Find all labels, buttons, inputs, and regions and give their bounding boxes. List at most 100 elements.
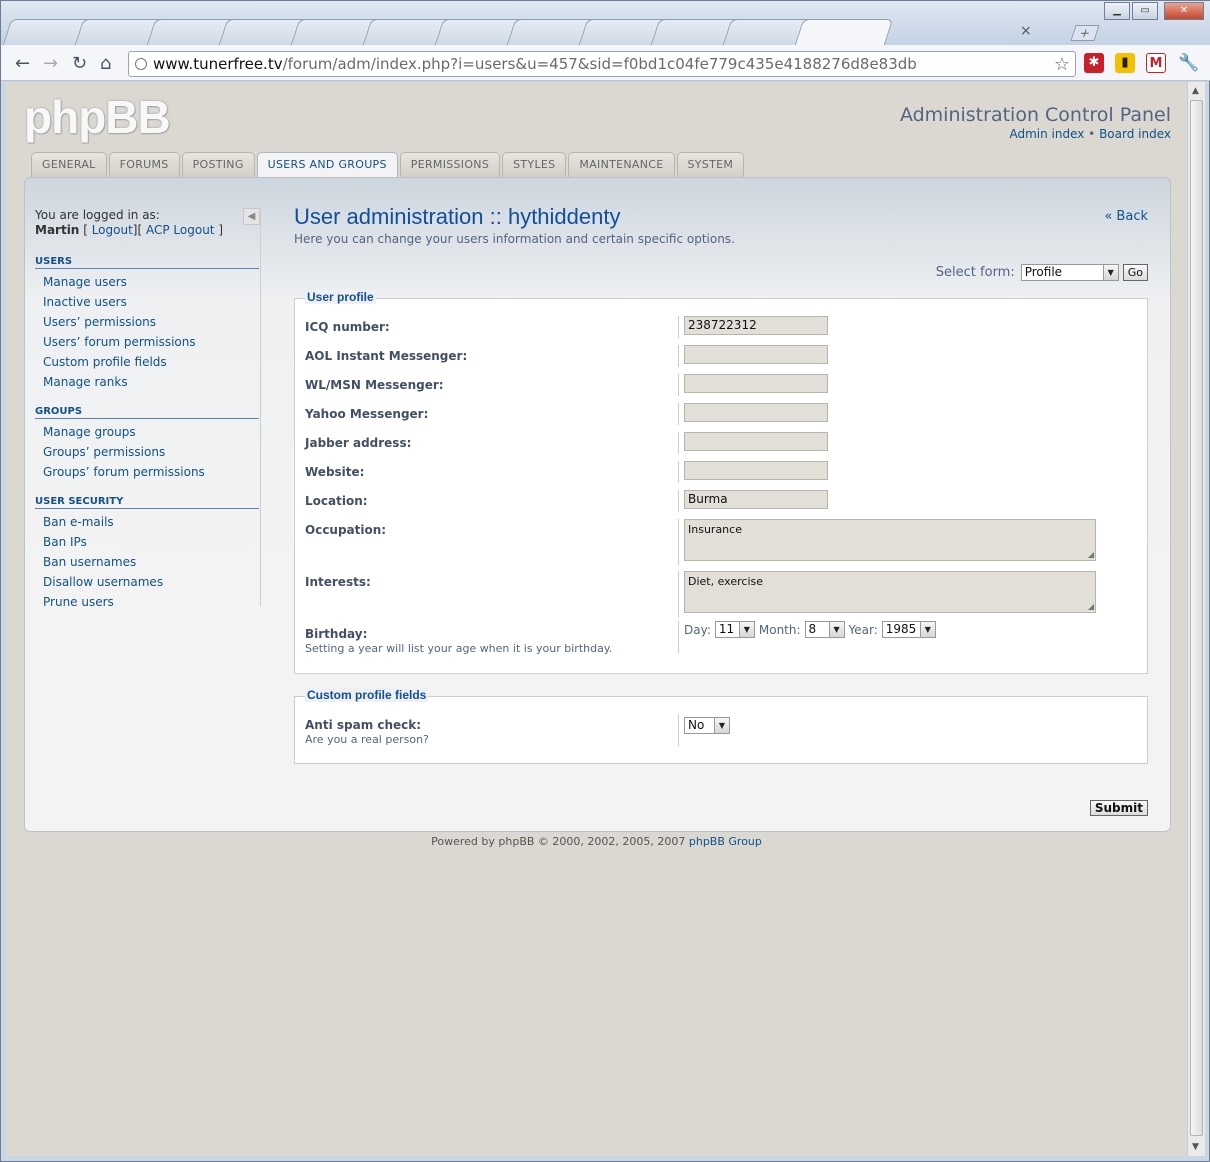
login-status: You are logged in as: Martin [ Logout][ …	[35, 208, 261, 238]
bookmark-star-icon[interactable]: ☆	[1054, 53, 1070, 77]
sidebar-item-groups-permissions[interactable]: Groups’ permissions	[35, 442, 261, 462]
sidebar-item-groups-forum-permissions[interactable]: Groups’ forum permissions	[35, 462, 261, 482]
collapse-menu-icon[interactable]: ◀	[243, 208, 260, 225]
antispam-select[interactable]: No ▼	[684, 717, 730, 734]
extension-phone-icon[interactable]: ▮	[1115, 53, 1135, 73]
location-input[interactable]: Burma	[684, 490, 828, 509]
sidebar-item-prune-users[interactable]: Prune users	[35, 592, 261, 612]
logout-link[interactable]: Logout	[92, 223, 133, 237]
scroll-down-icon[interactable]: ▼	[1192, 1142, 1199, 1152]
tab-posting[interactable]: POSTING	[181, 152, 255, 177]
website-input[interactable]	[684, 461, 828, 480]
tab-permissions[interactable]: PERMISSIONS	[399, 152, 501, 177]
tab-users-and-groups[interactable]: USERS AND GROUPS	[256, 152, 398, 178]
resize-grip-icon[interactable]: ◢	[1088, 602, 1094, 611]
minimize-button[interactable]: ▁	[1104, 2, 1130, 20]
website-row: Website:	[305, 461, 1135, 487]
maximize-button[interactable]: ▭	[1132, 2, 1158, 20]
user-profile-fieldset: User profile ICQ number: 238722312 AOL I…	[294, 290, 1148, 674]
extension-gmail-icon[interactable]: M	[1146, 53, 1166, 73]
logged-in-label: You are logged in as:	[35, 208, 160, 222]
extension-lastpass-icon[interactable]: ✱	[1084, 53, 1104, 73]
jabber-row: Jabber address:	[305, 432, 1135, 458]
tab-close-icon[interactable]: ×	[1020, 23, 1032, 39]
year-select[interactable]: 1985 ▼	[881, 621, 936, 638]
active-browser-tab[interactable]	[794, 19, 894, 45]
acp-logout-link[interactable]: ACP Logout	[146, 223, 215, 237]
tab-general[interactable]: GENERAL	[31, 152, 107, 177]
day-select[interactable]: 11 ▼	[714, 621, 755, 638]
page-header-title: Administration Control Panel	[899, 104, 1171, 126]
sidebar-item-users-forum-permissions[interactable]: Users’ forum permissions	[35, 332, 261, 352]
sidebar-item-custom-profile-fields[interactable]: Custom profile fields	[35, 352, 261, 372]
custom-profile-fieldset: Custom profile fields Anti spam check: A…	[294, 688, 1148, 764]
sidebar-item-manage-users[interactable]: Manage users	[35, 272, 261, 292]
wrench-icon[interactable]: 🔧	[1178, 53, 1199, 73]
day-label: Day:	[684, 622, 711, 637]
footer: Powered by phpBB © 2000, 2002, 2005, 200…	[6, 835, 1187, 848]
vertical-scrollbar[interactable]: ▲ ▼	[1187, 82, 1205, 1156]
month-select[interactable]: 8 ▼	[804, 621, 845, 638]
sidebar-item-ban-usernames[interactable]: Ban usernames	[35, 552, 261, 572]
new-tab-button[interactable]: +	[1070, 25, 1100, 41]
birthday-selects: Day: 11 ▼ Month: 8 ▼ Year: 1985 ▼	[684, 621, 936, 638]
acp-panel: You are logged in as: Martin [ Logout][ …	[24, 177, 1171, 832]
tab-forums[interactable]: FORUMS	[108, 152, 180, 177]
occupation-row: Occupation: Insurance ◢	[305, 519, 1135, 569]
antispam-value: No	[688, 718, 705, 732]
bracket: ]	[218, 223, 224, 237]
forward-arrow-icon[interactable]: →	[43, 53, 58, 74]
tab-strip	[2, 19, 894, 45]
sidebar-item-manage-groups[interactable]: Manage groups	[35, 422, 261, 442]
chevron-down-icon: ▼	[1102, 265, 1118, 280]
page-viewport: phpBB Administration Control Panel Admin…	[6, 82, 1187, 1156]
acp-tabs: GENERAL FORUMS POSTING USERS AND GROUPS …	[31, 152, 746, 178]
browser-window: × + ▁ ▭ ✕ ← → ↻ ⌂ www.tunerfree.tv/forum…	[0, 0, 1210, 1162]
select-form-dropdown[interactable]: Profile ▼	[1020, 264, 1119, 281]
tab-maintenance[interactable]: MAINTENANCE	[568, 152, 675, 177]
sidebar-item-inactive-users[interactable]: Inactive users	[35, 292, 261, 312]
back-link[interactable]: « Back	[1104, 209, 1148, 224]
bracket: [	[83, 223, 88, 237]
close-window-button[interactable]: ✕	[1164, 2, 1204, 20]
sidebar-menu: You are logged in as: Martin [ Logout][ …	[35, 208, 261, 612]
year-value: 1985	[885, 622, 917, 636]
interests-textarea[interactable]: Diet, exercise ◢	[684, 571, 1096, 613]
icq-row: ICQ number: 238722312	[305, 316, 1135, 342]
sidebar-item-users-permissions[interactable]: Users’ permissions	[35, 312, 261, 332]
sidebar-item-ban-ips[interactable]: Ban IPs	[35, 532, 261, 552]
yahoo-input[interactable]	[684, 403, 828, 422]
phpbb-group-link[interactable]: phpBB Group	[689, 835, 762, 848]
sidebar-item-disallow-usernames[interactable]: Disallow usernames	[35, 572, 261, 592]
sidebar-item-manage-ranks[interactable]: Manage ranks	[35, 372, 261, 392]
select-form-label: Select form:	[935, 265, 1015, 280]
resize-grip-icon[interactable]: ◢	[1088, 550, 1094, 559]
username: Martin	[35, 223, 80, 237]
icq-input[interactable]: 238722312	[684, 316, 828, 335]
bracket: ][	[132, 223, 143, 237]
tab-styles[interactable]: STYLES	[502, 152, 567, 177]
back-arrow-icon[interactable]: ←	[15, 53, 30, 74]
go-button[interactable]: Go	[1122, 264, 1148, 281]
jabber-input[interactable]	[684, 432, 828, 451]
submit-button[interactable]: Submit	[1089, 800, 1148, 816]
msn-input[interactable]	[684, 374, 828, 393]
select-form-value: Profile	[1024, 265, 1063, 279]
menu-section-users: USERS	[35, 256, 259, 269]
scroll-up-icon[interactable]: ▲	[1192, 86, 1199, 96]
scrollbar-thumb[interactable]	[1190, 100, 1203, 1136]
occupation-value: Insurance	[688, 523, 742, 536]
tab-system[interactable]: SYSTEM	[676, 152, 745, 177]
admin-index-link[interactable]: Admin index	[1009, 127, 1084, 141]
year-label: Year:	[848, 622, 878, 637]
address-bar[interactable]: www.tunerfree.tv/forum/adm/index.php?i=u…	[128, 51, 1076, 77]
birthday-row: Birthday: Setting a year will list your …	[305, 621, 1135, 659]
occupation-textarea[interactable]: Insurance ◢	[684, 519, 1096, 561]
sidebar-item-ban-emails[interactable]: Ban e-mails	[35, 512, 261, 532]
aim-input[interactable]	[684, 345, 828, 364]
home-icon[interactable]: ⌂	[100, 53, 111, 74]
reload-icon[interactable]: ↻	[72, 53, 87, 74]
board-index-link[interactable]: Board index	[1099, 127, 1171, 141]
yahoo-row: Yahoo Messenger:	[305, 403, 1135, 429]
aim-row: AOL Instant Messenger:	[305, 345, 1135, 371]
